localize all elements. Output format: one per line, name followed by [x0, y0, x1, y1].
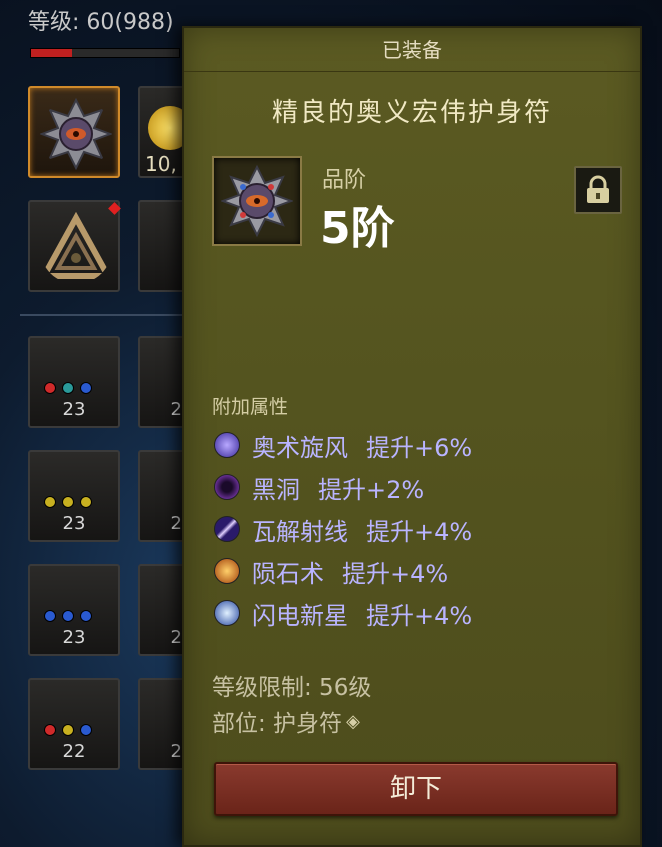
experience-bar-fill	[31, 49, 73, 57]
attribute-row: 闪电新星 提升+4%	[214, 592, 472, 634]
attribute-name: 黑洞	[252, 475, 300, 504]
attribute-bonus: 提升+4%	[342, 559, 449, 588]
grade-value: 5阶	[320, 203, 395, 254]
gear-slot-partial[interactable]	[138, 200, 188, 292]
gear-slot-partial[interactable]: 2	[138, 678, 188, 770]
grade-label: 品阶	[322, 168, 367, 193]
item-icon-frame	[212, 156, 302, 246]
item-level: 22	[62, 741, 86, 762]
unequip-button[interactable]: 卸下	[214, 762, 618, 816]
level-requirement: 等级限制: 56级	[212, 675, 372, 701]
disintegrate-icon	[214, 516, 240, 542]
meteor-icon	[214, 558, 240, 584]
character-level-area: 等级: 60(988)	[0, 0, 200, 70]
gem-sockets	[44, 496, 92, 508]
helm-slot[interactable]: 23	[28, 336, 120, 428]
ruby-gem-icon	[44, 724, 56, 736]
gem-sockets	[44, 382, 92, 394]
triangle-relic-slot[interactable]	[28, 200, 120, 292]
item-level: 23	[62, 399, 86, 420]
attribute-row: 陨石术 提升+4%	[214, 550, 472, 592]
attribute-row: 黑洞 提升+2%	[214, 466, 472, 508]
amulet-slot[interactable]	[28, 86, 120, 178]
item-tooltip-panel: 已装备 精良的奥义宏伟护身符 品阶 5阶 附加属性 奥术旋风 提升+6% 黑洞 …	[182, 26, 642, 847]
topaz-gem-icon	[62, 496, 74, 508]
item-level: 23	[62, 627, 86, 648]
attribute-name: 闪电新星	[252, 601, 348, 630]
topaz-gem-icon	[80, 496, 92, 508]
bracer-slot[interactable]: 23	[28, 450, 120, 542]
lightning-nova-icon	[214, 600, 240, 626]
bonus-attributes-label: 附加属性	[212, 396, 289, 418]
attribute-bonus: 提升+2%	[318, 475, 425, 504]
attribute-row: 奥术旋风 提升+6%	[214, 424, 472, 466]
sapphire-gem-icon	[44, 610, 56, 622]
arcane-vortex-icon	[214, 432, 240, 458]
gear-slot-partial[interactable]: 2	[138, 336, 188, 428]
item-level: 23	[62, 513, 86, 534]
character-level-text: 等级: 60(988)	[28, 10, 174, 35]
gem-sockets	[44, 724, 92, 736]
sapphire-gem-icon	[62, 610, 74, 622]
sapphire-gem-icon	[80, 724, 92, 736]
attribute-name: 瓦解射线	[252, 517, 348, 546]
attribute-row: 瓦解射线 提升+4%	[214, 508, 472, 550]
gem-sockets	[44, 610, 92, 622]
attribute-bonus: 提升+6%	[366, 433, 473, 462]
amulet-slot-icon: ◈	[346, 710, 360, 732]
attribute-list: 奥术旋风 提升+6% 黑洞 提升+2% 瓦解射线 提升+4% 陨石术 提升+4%…	[214, 424, 472, 634]
amulet-icon	[40, 98, 112, 170]
item-name: 精良的奥义宏伟护身符	[271, 98, 552, 128]
equipped-header: 已装备	[184, 28, 640, 72]
ring-slot[interactable]: 23	[28, 564, 120, 656]
sapphire-gem-icon	[80, 610, 92, 622]
lock-icon	[587, 175, 609, 203]
attribute-bonus: 提升+4%	[366, 517, 473, 546]
gear-slot-partial[interactable]: 2	[138, 450, 188, 542]
topaz-gem-icon	[62, 724, 74, 736]
equip-slot-label: 部位: 护身符	[212, 711, 343, 737]
topaz-gem-icon	[44, 496, 56, 508]
item-level: 2	[170, 627, 182, 648]
gold-amount: 10,	[145, 152, 177, 176]
attribute-name: 陨石术	[252, 559, 324, 588]
equip-slot-info: 部位: 护身符 ◈	[212, 704, 360, 738]
sapphire-gem-icon	[80, 382, 92, 394]
amulet-icon	[221, 165, 293, 237]
emerald-gem-icon	[62, 382, 74, 394]
attribute-bonus: 提升+4%	[366, 601, 473, 630]
item-level: 2	[170, 399, 182, 420]
lock-button[interactable]	[574, 166, 622, 214]
necklace-slot[interactable]: 22	[28, 678, 120, 770]
attribute-name: 奥术旋风	[252, 433, 348, 462]
ruby-gem-icon	[44, 382, 56, 394]
triangle-relic-icon	[40, 212, 112, 279]
item-level: 2	[170, 513, 182, 534]
experience-bar	[30, 48, 180, 58]
black-hole-icon	[214, 474, 240, 500]
item-level: 2	[170, 741, 182, 762]
inventory-divider	[20, 314, 190, 316]
gear-slot-partial[interactable]: 2	[138, 564, 188, 656]
